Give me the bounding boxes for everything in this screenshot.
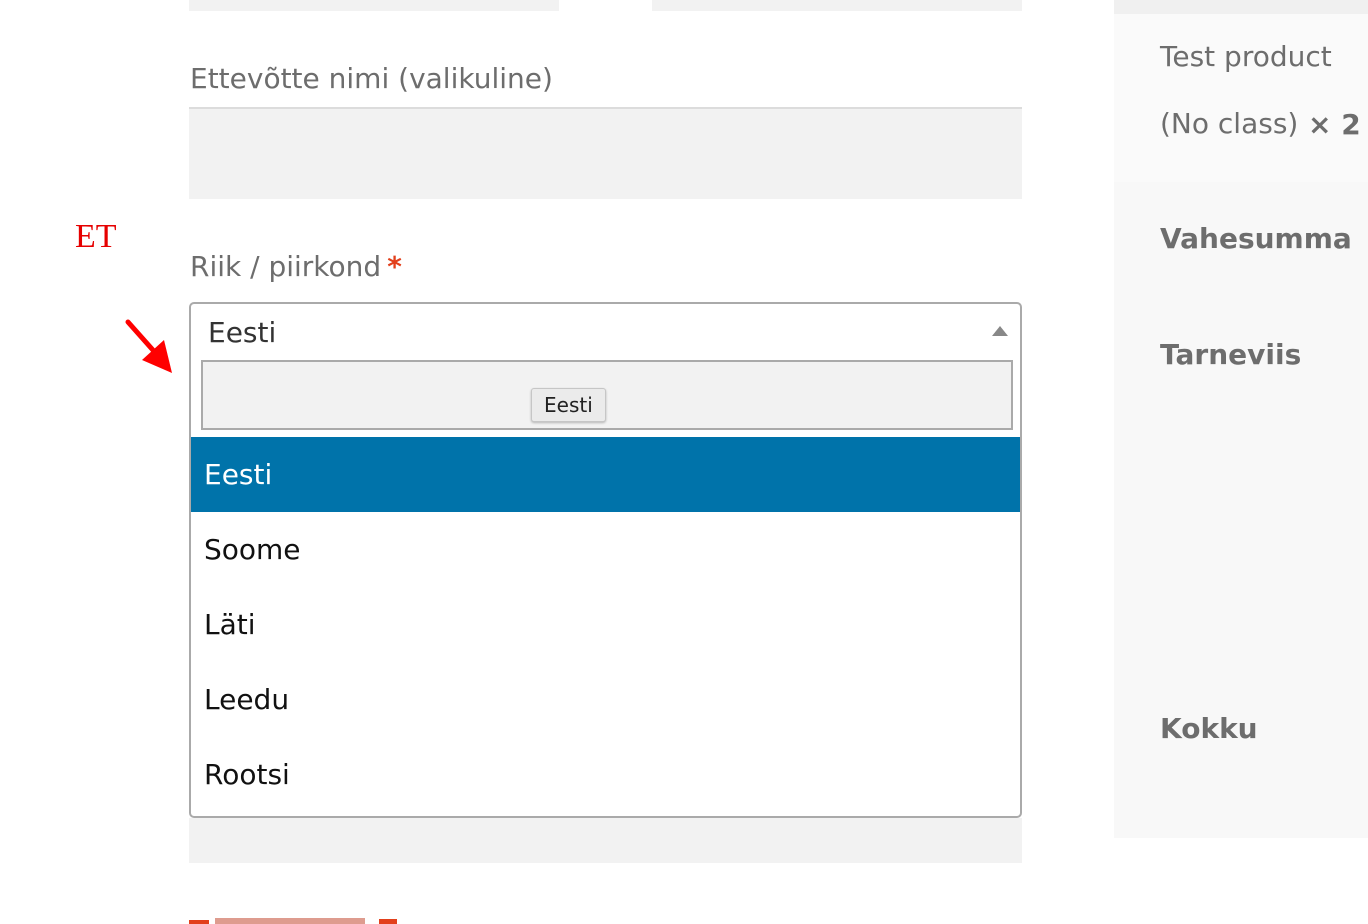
last-name-input[interactable]: [652, 0, 1022, 11]
first-name-input[interactable]: [189, 0, 559, 11]
country-tooltip: Eesti: [531, 388, 606, 422]
country-option-lati[interactable]: Läti: [191, 587, 1020, 662]
country-label-text: Riik / piirkond: [190, 250, 382, 283]
caret-up-icon[interactable]: [992, 326, 1008, 336]
arrow-down-right-icon: [125, 319, 172, 373]
country-select[interactable]: Eesti Eesti Eesti Soome Läti Leedu Roots…: [189, 302, 1022, 818]
language-annotation: ET: [75, 218, 117, 255]
company-name-label: Ettevõtte nimi (valikuline): [190, 62, 553, 95]
total-label: Kokku: [1160, 712, 1258, 745]
product-class: (No class): [1160, 107, 1299, 140]
product-name: Test product: [1160, 40, 1332, 73]
shipping-label: Tarneviis: [1160, 338, 1302, 371]
required-mark: *: [387, 250, 402, 283]
country-label: Riik / piirkond *: [190, 250, 402, 283]
summary-header-strip: [1114, 0, 1368, 14]
checkout-page: Ettevõtte nimi (valikuline) ET Riik / pi…: [0, 0, 1368, 924]
company-name-input[interactable]: [189, 107, 1022, 199]
country-search-input[interactable]: Eesti: [201, 360, 1013, 430]
product-quantity: × 2: [1308, 108, 1361, 141]
country-options-list: Eesti Soome Läti Leedu Rootsi: [191, 437, 1020, 812]
country-option-rootsi[interactable]: Rootsi: [191, 737, 1020, 812]
next-field-label-partial: [189, 918, 397, 924]
address-input[interactable]: [189, 818, 1022, 863]
subtotal-label: Vahesumma: [1160, 222, 1352, 255]
country-option-leedu[interactable]: Leedu: [191, 662, 1020, 737]
order-summary: Test product (No class) × 2 Vahesumma Ta…: [1114, 0, 1368, 838]
country-option-eesti[interactable]: Eesti: [191, 437, 1020, 512]
country-option-soome[interactable]: Soome: [191, 512, 1020, 587]
country-select-value[interactable]: Eesti: [208, 316, 276, 349]
